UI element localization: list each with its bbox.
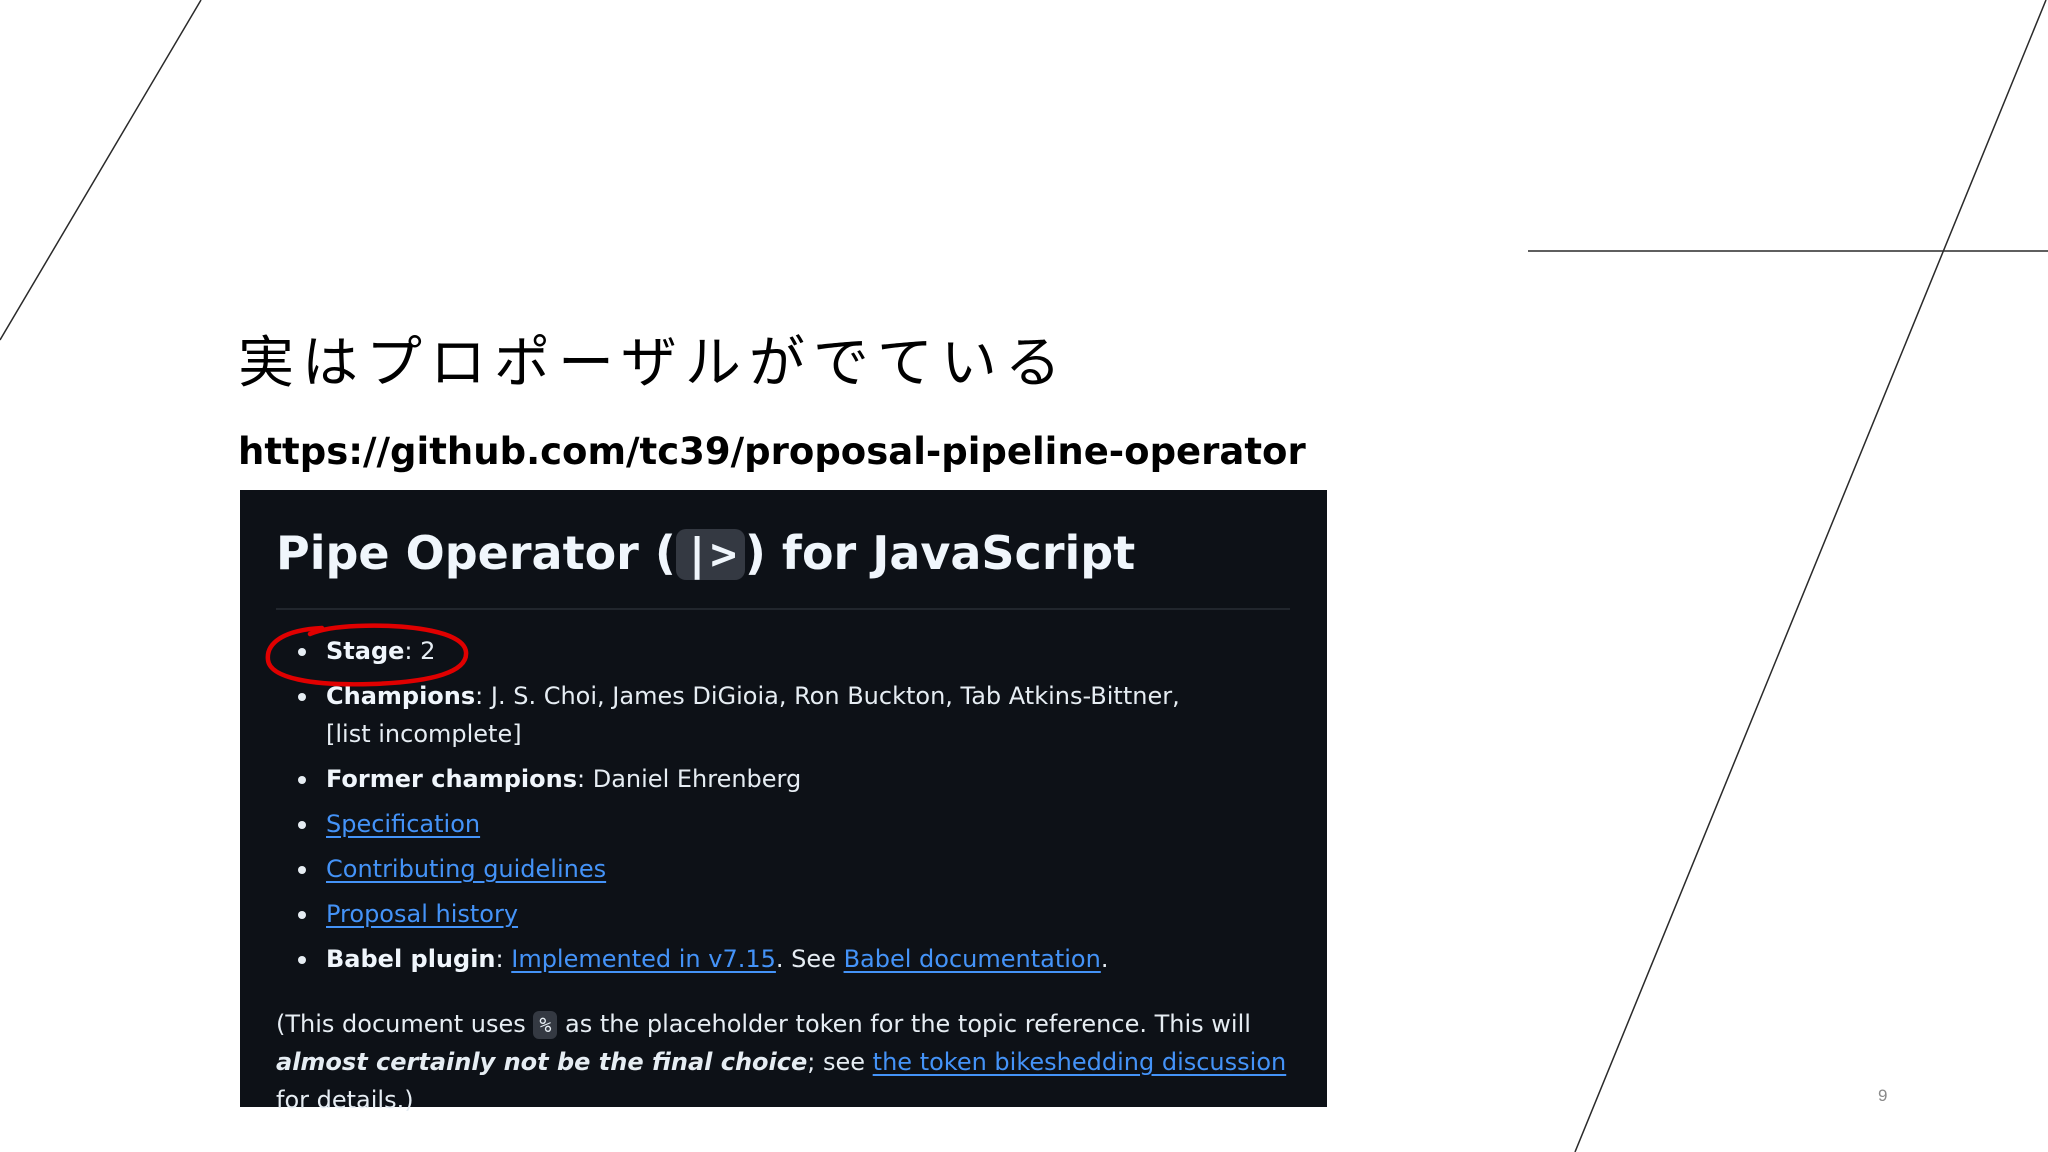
note-text-2: as the placeholder token for the topic r… bbox=[557, 1010, 1251, 1038]
list-item-babel: Babel plugin: Implemented in v7.15. See … bbox=[276, 940, 1296, 978]
babel-documentation-link[interactable]: Babel documentation bbox=[844, 945, 1101, 973]
list-item-champions: Champions: J. S. Choi, James DiGioia, Ro… bbox=[276, 677, 1206, 753]
babel-implemented-link[interactable]: Implemented in v7.15 bbox=[511, 945, 776, 973]
placeholder-token-code: % bbox=[533, 1011, 558, 1039]
heading-text-post: ) for JavaScript bbox=[744, 526, 1136, 580]
proposal-history-link[interactable]: Proposal history bbox=[326, 900, 518, 928]
note-text-1: (This document uses bbox=[276, 1010, 534, 1038]
slide-url: https://github.com/tc39/proposal-pipelin… bbox=[238, 430, 1306, 473]
champions-label: Champions bbox=[326, 682, 476, 710]
readme-screenshot: Pipe Operator (|>) for JavaScript Stage:… bbox=[240, 490, 1327, 1114]
stage-value: : 2 bbox=[404, 637, 436, 665]
list-item-stage: Stage: 2 bbox=[276, 632, 1296, 670]
babel-see-text: . See bbox=[775, 945, 844, 973]
note-emphasis: almost certainly not be the final choice bbox=[276, 1048, 808, 1076]
note-text-3: ; see bbox=[807, 1048, 873, 1076]
page-number: 9 bbox=[1878, 1086, 1888, 1105]
left-diagonal-line bbox=[0, 0, 202, 341]
heading-divider bbox=[276, 608, 1290, 610]
list-item-specification: Specification bbox=[276, 805, 1296, 843]
list-item-history: Proposal history bbox=[276, 895, 1296, 933]
babel-end-text: . bbox=[1100, 945, 1109, 973]
token-bikeshedding-link[interactable]: the token bikeshedding discussion bbox=[873, 1048, 1287, 1076]
slide-title: 実はプロポーザルがでている bbox=[238, 331, 1069, 396]
pipe-operator-code: |> bbox=[675, 529, 745, 580]
former-champions-label: Former champions bbox=[326, 765, 578, 793]
readme-heading: Pipe Operator (|>) for JavaScript bbox=[276, 526, 1135, 580]
specification-link[interactable]: Specification bbox=[326, 810, 480, 838]
note-text-4: for details.) bbox=[276, 1086, 414, 1114]
proposal-info-list: Stage: 2 Champions: J. S. Choi, James Di… bbox=[276, 632, 1296, 985]
stage-label: Stage bbox=[326, 637, 405, 665]
list-item-former-champions: Former champions: Daniel Ehrenberg bbox=[276, 760, 1296, 798]
right-diagonal-line bbox=[1574, 0, 2047, 1152]
former-champions-value: : Daniel Ehrenberg bbox=[577, 765, 802, 793]
babel-label: Babel plugin bbox=[326, 945, 496, 973]
contributing-guidelines-link[interactable]: Contributing guidelines bbox=[326, 855, 606, 883]
list-item-contributing: Contributing guidelines bbox=[276, 850, 1296, 888]
heading-text-pre: Pipe Operator ( bbox=[276, 526, 676, 580]
babel-separator: : bbox=[495, 945, 512, 973]
placeholder-note-paragraph: (This document uses % as the placeholder… bbox=[276, 1005, 1301, 1119]
